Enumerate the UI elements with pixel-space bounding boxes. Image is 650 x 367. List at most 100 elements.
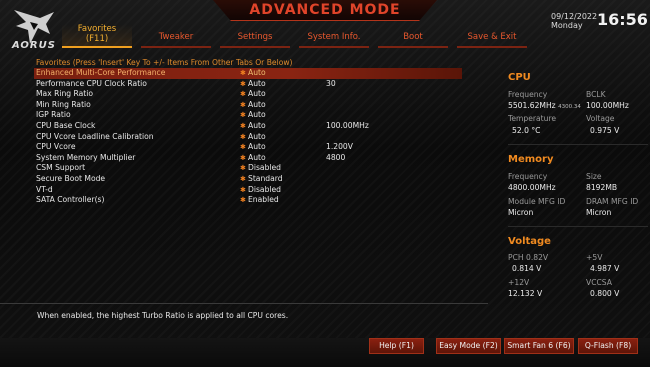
setting-row-enhanced-multi-core[interactable]: Enhanced Multi-Core Performance ✱ Auto — [34, 68, 462, 79]
cpu-temperature-value: 52.0 °C — [512, 126, 541, 135]
cpu-voltage-value: 0.975 V — [590, 126, 620, 135]
memory-size-label: Size — [586, 172, 602, 181]
clock-display: 16:56 — [597, 10, 648, 29]
setting-name: Secure Boot Mode — [36, 173, 106, 183]
setting-row-min-ring-ratio[interactable]: Min Ring Ratio ✱ Auto — [34, 100, 462, 111]
setting-value: Auto — [248, 142, 266, 152]
setting-current-value: 1.200V — [326, 142, 353, 152]
top-bar: AORUS ADVANCED MODE Favorites (F11) Twea… — [0, 0, 650, 56]
cpu-frequency-value: 5501.62MHz 4300.34 — [508, 101, 581, 110]
tab-settings[interactable]: Settings — [220, 32, 290, 48]
date-text: 09/12/2022 — [551, 12, 598, 21]
star-icon: ✱ — [240, 174, 246, 183]
setting-name: VT-d — [36, 184, 53, 194]
tab-settings-label: Settings — [237, 32, 273, 42]
easy-mode-button[interactable]: Easy Mode (F2) — [436, 338, 501, 354]
cpu-temperature-label: Temperature — [508, 114, 557, 123]
tab-save-exit[interactable]: Save & Exit — [457, 32, 527, 48]
cpu-section-title: CPU — [508, 72, 531, 83]
v12-label: +12V — [508, 278, 530, 287]
qflash-button[interactable]: Q-Flash (F8) — [578, 338, 638, 354]
setting-row-vcore-llc[interactable]: CPU Vcore Loadline Calibration ✱ Auto — [34, 132, 462, 143]
cpu-bclk-value: 100.00MHz — [586, 101, 629, 110]
star-icon: ✱ — [240, 69, 246, 77]
setting-row-cpu-vcore[interactable]: CPU Vcore ✱ Auto 1.200V — [34, 142, 462, 153]
tab-boot[interactable]: Boot — [378, 32, 448, 48]
cpu-voltage-label: Voltage — [586, 114, 615, 123]
setting-value: Auto — [248, 131, 266, 141]
setting-value: Auto — [248, 68, 266, 77]
setting-row-cpu-clock-ratio[interactable]: Performance CPU Clock Ratio ✱ Auto 30 — [34, 79, 462, 90]
favorites-list: Enhanced Multi-Core Performance ✱ Auto P… — [34, 68, 462, 206]
star-icon: ✱ — [240, 90, 246, 99]
setting-name: System Memory Multiplier — [36, 152, 136, 162]
setting-value: Enabled — [248, 195, 279, 205]
tab-save-exit-label: Save & Exit — [467, 32, 517, 42]
tab-favorites-shortcut: (F11) — [85, 34, 109, 44]
panel-divider — [508, 226, 648, 227]
setting-value: Auto — [248, 120, 266, 130]
weekday-text: Monday — [551, 21, 583, 30]
star-icon: ✱ — [240, 196, 246, 205]
setting-row-max-ring-ratio[interactable]: Max Ring Ratio ✱ Auto — [34, 89, 462, 100]
vccsa-value: 0.800 V — [590, 289, 620, 298]
setting-value: Auto — [248, 152, 266, 162]
help-button[interactable]: Help (F1) — [369, 338, 424, 354]
setting-value: Disabled — [248, 184, 281, 194]
setting-name: Performance CPU Clock Ratio — [36, 78, 147, 88]
star-icon: ✱ — [240, 153, 246, 162]
setting-name: Min Ring Ratio — [36, 99, 91, 109]
setting-name: CPU Vcore Loadline Calibration — [36, 131, 154, 141]
star-icon: ✱ — [240, 121, 246, 130]
memory-frequency-value: 4800.00MHz — [508, 183, 556, 192]
vccsa-label: VCCSA — [586, 278, 612, 287]
cpu-frequency-sub: 4300.34 — [558, 104, 581, 110]
setting-row-csm-support[interactable]: CSM Support ✱ Disabled — [34, 163, 462, 174]
date-display: 09/12/2022 Monday — [551, 12, 597, 30]
setting-row-vt-d[interactable]: VT-d ✱ Disabled — [34, 185, 462, 196]
setting-row-igp-ratio[interactable]: IGP Ratio ✱ Auto — [34, 110, 462, 121]
setting-name: IGP Ratio — [36, 110, 71, 120]
memory-section-title: Memory — [508, 154, 554, 165]
system-info-panel: CPU Frequency BCLK 5501.62MHz 4300.34 10… — [500, 56, 650, 334]
help-description: When enabled, the highest Turbo Ratio is… — [37, 311, 289, 320]
voltage-section-title: Voltage — [508, 236, 551, 247]
setting-value: Auto — [248, 99, 266, 109]
brand-logo-text: AORUS — [12, 40, 56, 51]
setting-value: Auto — [248, 110, 266, 120]
pch-voltage-value: 0.814 V — [512, 264, 542, 273]
tab-tweaker-label: Tweaker — [158, 32, 194, 42]
setting-name: Max Ring Ratio — [36, 89, 94, 99]
tab-boot-label: Boot — [403, 32, 423, 42]
pch-voltage-label: PCH 0.82V — [508, 253, 549, 262]
memory-size-value: 8192MB — [586, 183, 618, 192]
page-title: ADVANCED MODE — [249, 2, 401, 18]
tab-tweaker[interactable]: Tweaker — [141, 32, 211, 48]
favorites-hint: Favorites (Press 'Insert' Key To +/- Ite… — [36, 58, 293, 67]
v5-value: 4.987 V — [590, 264, 620, 273]
help-divider — [0, 303, 488, 304]
star-icon: ✱ — [240, 164, 246, 173]
tab-system-info[interactable]: System Info. — [299, 32, 369, 48]
v12-value: 12.132 V — [508, 289, 543, 298]
setting-current-value: 30 — [326, 78, 336, 88]
setting-value: Disabled — [248, 163, 281, 173]
setting-row-sata-controllers[interactable]: SATA Controller(s) ✱ Enabled — [34, 195, 462, 206]
setting-row-cpu-base-clock[interactable]: CPU Base Clock ✱ Auto 100.00MHz — [34, 121, 462, 132]
cpu-bclk-label: BCLK — [586, 90, 606, 99]
star-icon: ✱ — [240, 132, 246, 141]
tab-favorites[interactable]: Favorites (F11) — [62, 24, 132, 48]
setting-value: Auto — [248, 78, 266, 88]
setting-row-secure-boot-mode[interactable]: Secure Boot Mode ✱ Standard — [34, 174, 462, 185]
setting-row-memory-multiplier[interactable]: System Memory Multiplier ✱ Auto 4800 — [34, 153, 462, 164]
smart-fan-button[interactable]: Smart Fan 6 (F6) — [504, 338, 574, 354]
setting-value: Auto — [248, 89, 266, 99]
setting-name: CPU Vcore — [36, 142, 76, 152]
star-icon: ✱ — [240, 111, 246, 120]
star-icon: ✱ — [240, 143, 246, 152]
cpu-frequency-main: 5501.62MHz — [508, 101, 556, 110]
memory-frequency-label: Frequency — [508, 172, 548, 181]
module-mfg-value: Micron — [508, 208, 534, 217]
tab-favorites-label: Favorites — [77, 24, 117, 34]
cpu-frequency-label: Frequency — [508, 90, 548, 99]
